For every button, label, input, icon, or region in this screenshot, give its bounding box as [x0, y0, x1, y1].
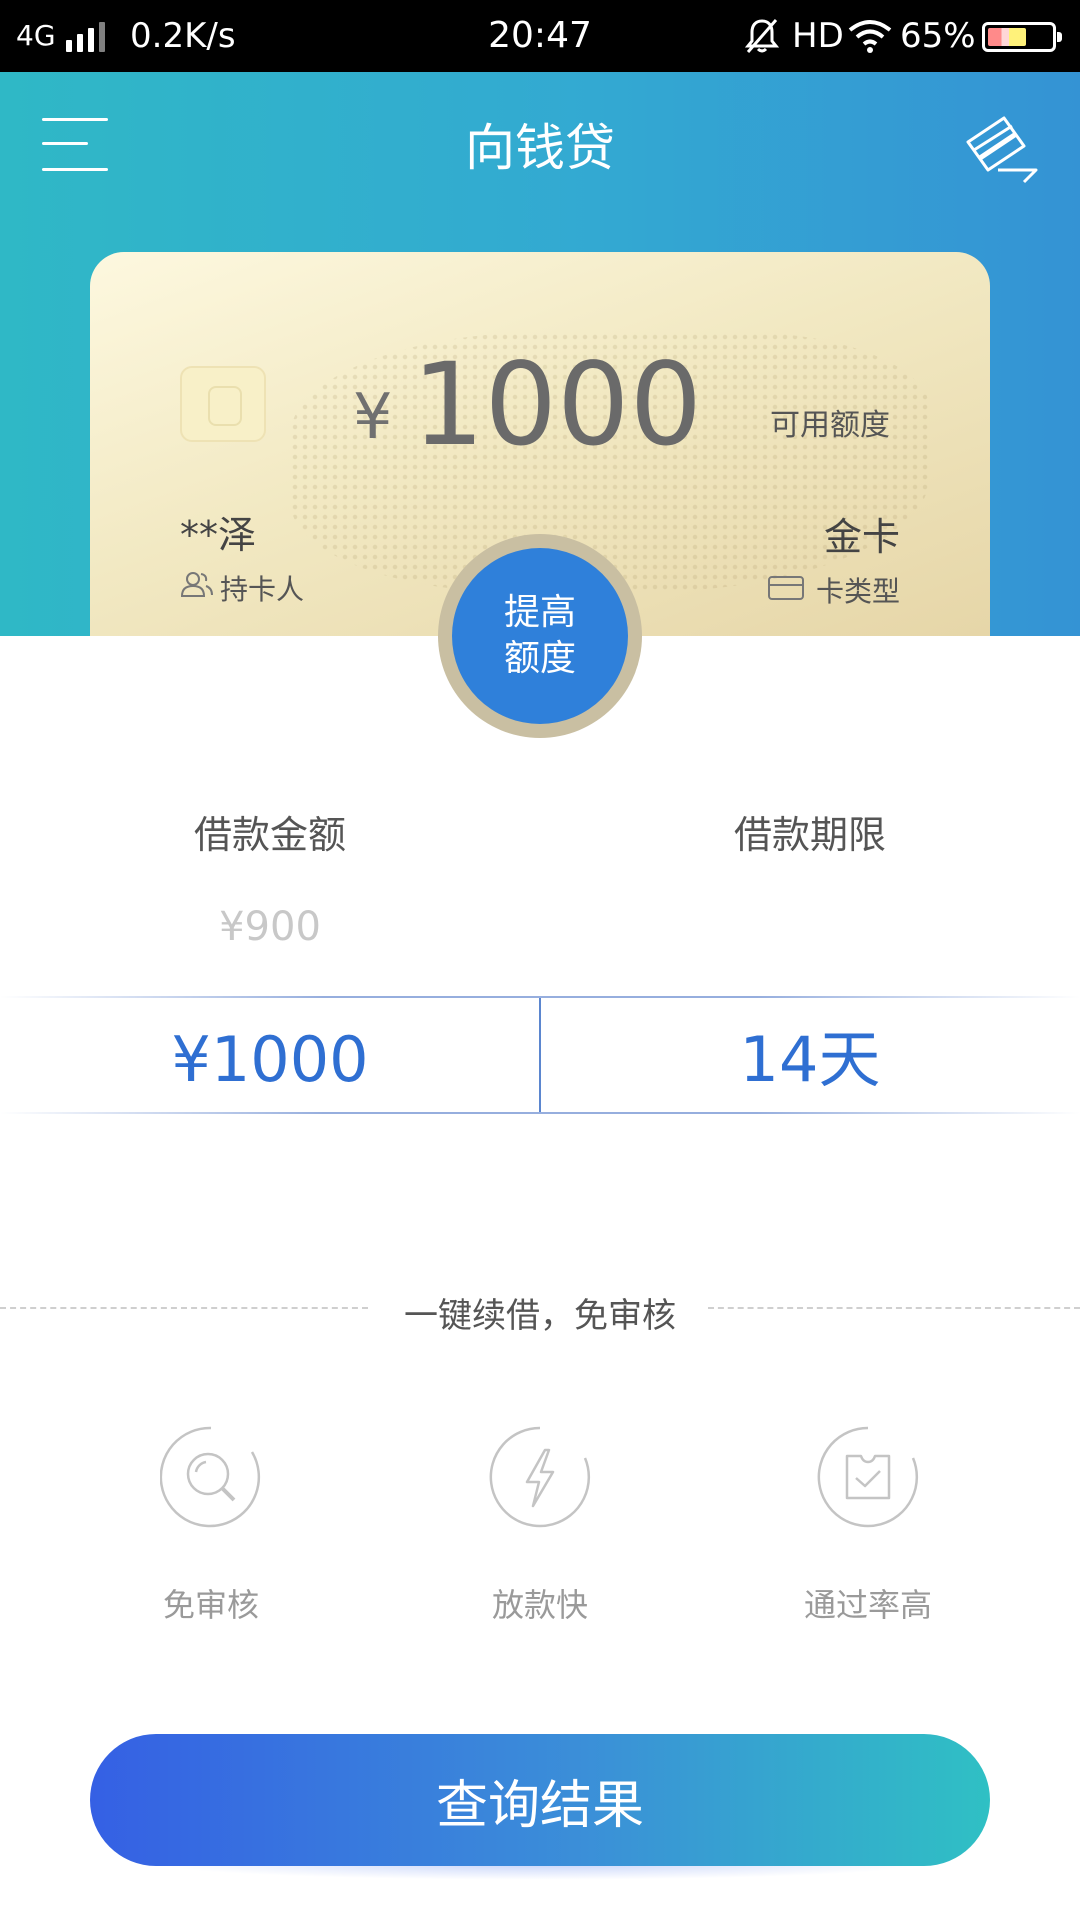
bell-muted-icon — [744, 19, 780, 53]
available-amount: 1000 — [412, 338, 703, 471]
amount-option[interactable]: ¥900 — [0, 904, 540, 950]
holder-name: **泽 — [180, 513, 257, 557]
check-ticket-icon — [817, 1426, 919, 1528]
battery-icon — [982, 22, 1062, 52]
loan-term-label: 借款期限 — [733, 813, 886, 857]
holder-label: 持卡人 — [220, 573, 305, 606]
hd-indicator: HD — [792, 16, 844, 56]
status-bar: 4G 0.2K/s 20:47 HD 65% — [0, 0, 1080, 72]
loan-amount-picker[interactable]: ¥1000 — [0, 1022, 540, 1098]
card-chip-icon — [180, 366, 266, 442]
card-type-icon — [768, 576, 804, 600]
feature-label: 免审核 — [162, 1586, 259, 1624]
query-result-button[interactable]: 查询结果 — [90, 1734, 990, 1866]
credit-card-icon[interactable] — [964, 112, 1046, 186]
user-group-icon — [180, 572, 213, 597]
loan-term-picker[interactable]: 14天 — [540, 1022, 1080, 1098]
wifi-icon — [848, 20, 892, 53]
slogan: 一键续借，免审核 — [404, 1296, 676, 1336]
battery-percent: 65% — [900, 16, 976, 56]
raise-limit-label-line1: 提高 — [503, 592, 576, 633]
card-type: 金卡 — [823, 515, 900, 559]
available-label: 可用额度 — [770, 408, 890, 443]
feature-label: 通过率高 — [803, 1586, 932, 1624]
search-icon — [160, 1426, 261, 1528]
card-type-label: 卡类型 — [815, 575, 900, 608]
currency-symbol: ¥ — [353, 380, 393, 453]
picker-bottom-line — [0, 1112, 1080, 1114]
raise-limit-label-line2: 额度 — [503, 638, 576, 679]
page-title: 向钱贷 — [465, 119, 615, 177]
lightning-icon — [489, 1426, 591, 1528]
feature-label: 放款快 — [491, 1586, 588, 1624]
raise-limit-button[interactable]: 提高 额度 — [452, 548, 628, 724]
loan-amount-label: 借款金额 — [193, 813, 346, 857]
